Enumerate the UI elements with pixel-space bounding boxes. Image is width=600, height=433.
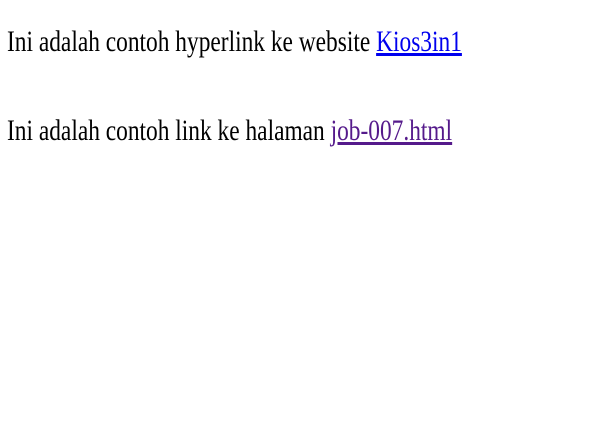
paragraph-text: Ini adalah contoh link ke halaman	[7, 114, 331, 147]
paragraph-text: Ini adalah contoh hyperlink ke website	[7, 25, 377, 58]
page-body: Ini adalah contoh hyperlink ke website K…	[0, 0, 600, 433]
link-job-007-html[interactable]: job-007.html	[331, 114, 453, 147]
link-kios3in1[interactable]: Kios3in1	[376, 25, 462, 58]
paragraph-website-link: Ini adalah contoh hyperlink ke website K…	[7, 25, 462, 59]
paragraph-page-link: Ini adalah contoh link ke halaman job-00…	[7, 114, 452, 148]
